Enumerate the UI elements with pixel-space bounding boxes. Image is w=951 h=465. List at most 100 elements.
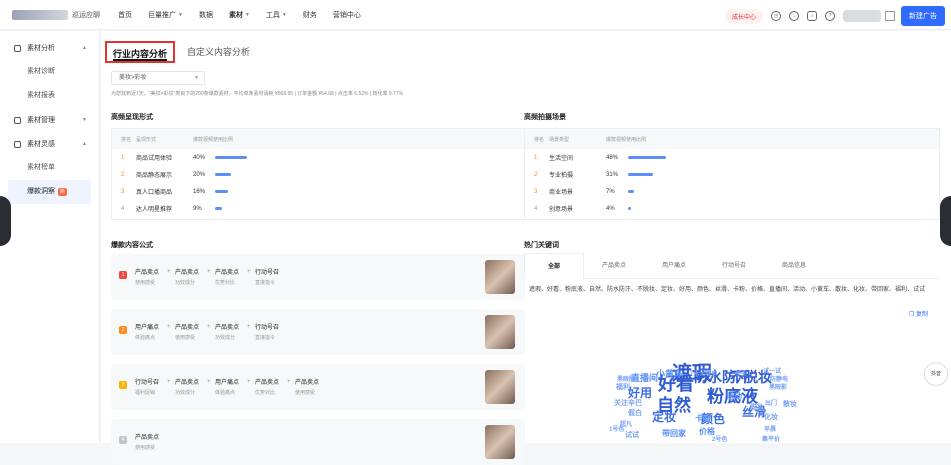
sidebar-item[interactable]: 爆款洞察新: [8, 180, 91, 204]
sidebar-item[interactable]: 素材榜单: [0, 156, 99, 180]
nav-item-label: 工具: [265, 11, 280, 19]
nav-item-2[interactable]: 数据: [199, 10, 213, 20]
nav-item-4[interactable]: 工具 ▼: [266, 10, 287, 20]
table-row: 2 商品静态展示 20%: [112, 166, 524, 183]
nav-item-5[interactable]: 财务: [303, 10, 317, 20]
bell-icon[interactable]: ♪: [807, 11, 817, 21]
brand-logo[interactable]: [12, 9, 68, 20]
cloud-word: 2号色: [712, 437, 728, 443]
formula-step-subtitle: 体验痛点: [135, 335, 156, 341]
summary-text: 为您找到近7天，"美妆>彩妆"类目下的200条爆款素材，平均单条素材消耗 ¥56…: [111, 91, 404, 97]
tab-0[interactable]: 行业内容分析: [105, 41, 176, 63]
keyword-list: 遮瑕、好看、粉底液、自然、防水防汗、不脱妆、定妆、好用、颜色、丝滑、卡粉、价格、…: [529, 287, 926, 293]
tab-label: 行业内容分析: [113, 49, 168, 61]
table-header: 排名 场景类型 爆款视频使用比例: [525, 129, 939, 149]
keyword-tab-1[interactable]: 产品卖点: [584, 253, 644, 279]
formula-card[interactable]: 3 行动号召 福利促销 + 产品卖点 功效成分 + 用户痛点 体验痛点 + 产品卖点 优势对比 + 产品卖…: [111, 364, 525, 410]
ratio-bar-track: [628, 190, 708, 193]
copy-button[interactable]: ❐ 复制: [909, 309, 928, 318]
table-row: 1 商品试用体验 40%: [112, 149, 524, 166]
formula-rank-badge: 1: [119, 271, 127, 279]
help-icon[interactable]: ?: [825, 11, 835, 21]
keyword-tab-3[interactable]: 行动号召: [704, 253, 764, 279]
sidebar-item-label: 素材诊断: [27, 68, 55, 75]
nav-item-0[interactable]: 首页: [118, 10, 132, 20]
video-thumbnail[interactable]: [485, 315, 515, 349]
avatar[interactable]: [843, 10, 881, 22]
cloud-word: 小黄车: [656, 369, 684, 379]
cloud-word: 价格: [699, 427, 715, 436]
formula-step-title: 产品卖点: [135, 435, 160, 441]
formula-card[interactable]: 4 产品卖点 使用感受: [111, 419, 525, 465]
keyword-panel-title: 热门关键词: [524, 242, 559, 249]
download-icon[interactable]: ↓: [789, 11, 799, 21]
nav-item-label: 巨量推广: [148, 11, 176, 19]
table-row: 3 真人口播商品 16%: [112, 183, 524, 200]
row-percent: 20%: [193, 171, 206, 178]
sidebar-group-0[interactable]: 素材分析 ▲: [0, 36, 99, 60]
column-header: 爆款视频使用比例: [606, 136, 647, 143]
sidebar-group-1[interactable]: 素材管理 ▼: [0, 108, 99, 132]
tab-1[interactable]: 自定义内容分析: [181, 41, 256, 63]
copy-icon: ❐: [909, 312, 917, 318]
formula-rank-badge: 2: [119, 326, 127, 334]
form-panel-title: 高频呈现形式: [111, 114, 153, 121]
formula-step-title: 用户痛点: [135, 325, 160, 331]
rank-number: 2: [121, 171, 125, 178]
nav-item-6[interactable]: 营销中心: [333, 10, 361, 20]
row-percent: 40%: [193, 154, 206, 161]
table-header: 排名 呈现形式 爆款视频使用比例: [112, 129, 524, 149]
formula-step-subtitle: 使用感受: [175, 335, 196, 341]
row-name: 商业场景: [549, 190, 574, 196]
form-table: 排名 呈现形式 爆款视频使用比例 1 商品试用体验 40% 2 商品静态展示 20% 3 真人口播商…: [111, 128, 525, 220]
formula-step-title: 产品卖点: [175, 270, 200, 276]
ratio-bar-track: [215, 173, 295, 176]
video-thumbnail[interactable]: [485, 425, 515, 459]
column-header: 爆款视频使用比例: [193, 136, 234, 143]
nav-item-1[interactable]: 巨量推广 ▼: [148, 10, 183, 20]
scroll-right-handle[interactable]: [940, 196, 951, 246]
sidebar: 素材分析 ▲ 素材诊断素材报表 素材管理 ▼ 素材灵感 ▲ 素材榜单 爆款洞察新: [0, 31, 100, 443]
video-thumbnail[interactable]: [485, 370, 515, 404]
formula-step-subtitle: 优势对比: [215, 280, 236, 286]
formula-card[interactable]: 2 用户痛点 体验痛点 + 产品卖点 使用感受 + 产品卖点 功效成分 + 行动号召 直接指令: [111, 309, 525, 355]
sidebar-group-2[interactable]: 素材灵感 ▲: [0, 132, 99, 156]
formula-step-title: 行动号召: [255, 270, 280, 276]
ratio-bar-track: [628, 156, 708, 159]
nav-item-3[interactable]: 素材 ▼: [229, 10, 250, 20]
ratio-bar-track: [215, 207, 295, 210]
plus-icon: +: [247, 269, 251, 275]
sidebar-item-label: 爆款洞察: [27, 188, 55, 195]
scroll-left-handle[interactable]: [0, 196, 11, 246]
video-thumbnail[interactable]: [485, 260, 515, 294]
sidebar-item[interactable]: 素材报表: [0, 84, 99, 108]
formula-step-subtitle: 功效成分: [175, 390, 196, 396]
formula-step-subtitle: 体验痛点: [215, 390, 236, 396]
column-header: 排名: [121, 136, 132, 143]
keyword-tab-4[interactable]: 商品信息: [764, 253, 824, 279]
main-nav: 首页 巨量推广 ▼ 数据 素材 ▼ 工具 ▼ 财务 营销中心: [118, 10, 377, 20]
org-label[interactable]: 巡运应聊: [72, 10, 100, 20]
growth-center-button[interactable]: 成长中心: [724, 8, 763, 24]
folder-icon: [14, 140, 21, 148]
column-header: 呈现形式: [136, 136, 157, 143]
sidebar-item[interactable]: 素材诊断: [0, 60, 99, 84]
table-row: 4 创意场景 4%: [525, 200, 939, 217]
formula-step-title: 产品卖点: [175, 380, 200, 386]
keyword-tab-2[interactable]: 用户痛点: [644, 253, 704, 279]
account-switch-icon[interactable]: [885, 11, 895, 21]
keyword-tab-0[interactable]: 全部: [524, 252, 584, 279]
row-name: 商品静态展示: [136, 173, 173, 179]
formula-step-subtitle: 使用感受: [295, 390, 316, 396]
new-ad-button[interactable]: 新建广告: [901, 6, 945, 26]
floating-assistant-button[interactable]: 抖音: [924, 362, 948, 386]
ratio-bar: [628, 173, 653, 176]
formula-card[interactable]: 1 产品卖点 使用感受 + 产品卖点 功效成分 + 产品卖点 优势对比 + 行动号召 直接指令: [111, 254, 525, 300]
industry-select[interactable]: 美妆>彩妆 ▼: [111, 71, 205, 85]
nav-item-label: 首页: [118, 11, 132, 19]
cloud-word: 黑眼圈: [617, 377, 636, 383]
formula-step-title: 产品卖点: [295, 380, 320, 386]
nav-item-label: 素材: [228, 11, 243, 19]
ratio-bar-track: [215, 190, 295, 193]
clock-icon[interactable]: ◷: [771, 11, 781, 21]
